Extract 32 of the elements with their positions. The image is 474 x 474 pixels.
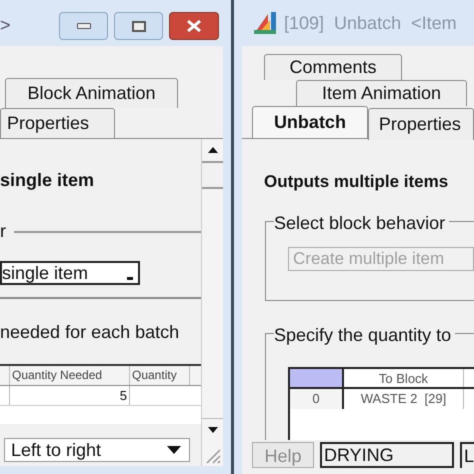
resize-grip-icon — [206, 449, 221, 464]
close-button[interactable] — [169, 12, 219, 40]
tab[interactable]: Properties — [368, 108, 474, 140]
window-title: > — [0, 14, 11, 36]
table-cell: WASTE 2 [29] — [344, 388, 464, 408]
block-description: single item — [0, 169, 96, 192]
tab[interactable]: Comments — [264, 54, 402, 80]
group-label: r — [0, 220, 6, 243]
tab[interactable]: Properties — [0, 108, 115, 138]
down-arrow-icon — [208, 426, 218, 432]
app-logo-icon — [252, 10, 278, 36]
block-description: Outputs multiple items — [264, 171, 450, 193]
tab[interactable]: Block Animation — [5, 78, 178, 108]
column-header: To Block — [344, 368, 464, 386]
column-header: Quantity — [130, 366, 190, 385]
up-arrow-icon — [208, 147, 218, 153]
field-label: L — [460, 442, 474, 468]
tab[interactable]: Item Animation — [296, 80, 467, 106]
quantity-label: needed for each batch — [0, 321, 180, 344]
behavior-dropdown[interactable]: single item — [0, 261, 140, 285]
table-cell: 5 — [10, 386, 130, 405]
scroll-thumb[interactable] — [202, 163, 223, 189]
minimize-button[interactable] — [59, 12, 108, 40]
order-dropdown[interactable]: Left to right — [4, 438, 190, 462]
name-field[interactable]: DRYING — [320, 442, 454, 468]
tab[interactable]: Unbatch — [252, 106, 368, 138]
maximize-button[interactable] — [114, 12, 163, 40]
close-icon — [186, 20, 202, 32]
column-header: Quantity Needed — [10, 366, 130, 385]
row-number: 0 — [290, 388, 344, 408]
dropdown-arrow-icon — [167, 446, 181, 454]
window-title: [109] Unbatch <Item — [284, 12, 457, 35]
